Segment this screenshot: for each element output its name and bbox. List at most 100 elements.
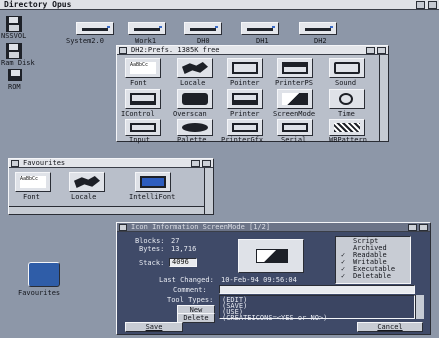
favourite-icon-locale[interactable] (69, 172, 105, 192)
favourite-label-intellifont: IntelliFont (129, 193, 176, 201)
tool-type-item[interactable]: (CREATEICONS=<YES or NO>) (222, 314, 327, 322)
desktop-left-icons: NSSVOL Ram Disk ROM (0, 12, 60, 92)
favourite-label-locale: Locale (71, 193, 97, 201)
prefs-icon-font[interactable]: AaBbCc (125, 58, 161, 78)
prefs-label-icontrol: IControl (121, 110, 155, 118)
volume-label[interactable]: NSSVOL (1, 32, 26, 40)
rom-label[interactable]: ROM (8, 83, 21, 91)
close-icon[interactable] (11, 160, 19, 167)
prefs-label-input: Input (129, 136, 151, 144)
zoom-gadget-icon[interactable] (408, 224, 417, 231)
bytes-label: Bytes: (139, 245, 165, 253)
flag-deletable-check-icon[interactable]: ✓ (341, 272, 345, 280)
prefs-icon-serial[interactable] (277, 119, 313, 136)
overscan-icon (182, 93, 208, 105)
screenmode-icon (282, 93, 308, 105)
prefs-vertical-scrollbar[interactable] (379, 55, 388, 141)
keyboard-icon (130, 123, 156, 132)
prefs-icon-printergfx[interactable] (227, 119, 263, 136)
favourites-window-title: Favourites (23, 159, 66, 167)
prefs-label-serial: Serial (281, 136, 307, 144)
zoom-gadget-icon[interactable] (191, 160, 200, 167)
flag-deletable[interactable]: Deletable (353, 272, 391, 280)
prefs-icon-overscan[interactable] (177, 89, 213, 109)
prefs-window-title: DH2:Prefs. 1385K free (131, 46, 220, 54)
info-window-titlebar[interactable]: Icon Information ScreenMode [1/2] (117, 223, 430, 232)
info-icon-preview (238, 239, 304, 273)
close-icon[interactable] (119, 47, 127, 54)
info-window: Icon Information ScreenMode [1/2] Blocks… (116, 222, 431, 335)
drive-icon-dh2[interactable] (299, 22, 337, 35)
drive-icon-dh1[interactable] (241, 22, 279, 35)
drive-label-dh0[interactable]: DH0 (197, 37, 210, 45)
depth-gadget-icon[interactable] (202, 160, 211, 167)
prefs-icon-time[interactable] (329, 89, 365, 109)
tool-types-label: Tool Types: (167, 296, 214, 304)
drive-icon-system[interactable] (76, 22, 114, 35)
close-icon[interactable] (119, 224, 127, 231)
favourites-drawer-icon[interactable] (28, 262, 60, 287)
pointer-icon (232, 62, 258, 74)
prefs-label-time: Time (338, 110, 355, 118)
drive-icon-dh0[interactable] (184, 22, 222, 35)
favourites-window-titlebar[interactable]: Favourites (9, 159, 213, 168)
tooltypes-scrollbar[interactable] (415, 295, 424, 319)
cancel-button[interactable]: Cancel (357, 322, 423, 332)
prefs-icon-printerps[interactable] (277, 58, 313, 78)
prefs-icon-screenmode[interactable] (277, 89, 313, 109)
favourites-drawer-label[interactable]: Favourites (18, 289, 60, 297)
drive-icon-work1[interactable] (128, 22, 166, 35)
prefs-icon-wbpattern[interactable] (329, 119, 365, 136)
rom-icon[interactable] (8, 69, 22, 81)
stack-input[interactable]: 4096 (169, 258, 197, 267)
prefs-label-printerps: PrinterPS (275, 79, 313, 87)
prefs-icon-icontrol[interactable] (125, 89, 161, 109)
screen-title: Directory Opus (4, 0, 72, 9)
favourites-horizontal-scrollbar[interactable] (9, 206, 204, 214)
printer-icon (232, 93, 258, 105)
depth-gadget-icon[interactable] (419, 224, 428, 231)
ram-disk-icon[interactable] (6, 43, 22, 59)
zoom-gadget-icon[interactable] (366, 47, 375, 54)
prefs-label-overscan: Overscan (173, 110, 207, 118)
serial-icon (282, 123, 308, 132)
icontrol-icon (130, 93, 156, 105)
prefs-icon-pointer[interactable] (227, 58, 263, 78)
blocks-value: 27 (171, 237, 180, 245)
clock-icon (339, 93, 353, 105)
comment-label: Comment: (173, 286, 207, 294)
speaker-icon (334, 62, 360, 74)
prefs-icon-palette[interactable] (177, 119, 213, 136)
depth-gadget-icon[interactable] (377, 47, 386, 54)
info-window-title: Icon Information ScreenMode [1/2] (131, 223, 271, 231)
drive-label-system[interactable]: System2.0 (66, 37, 104, 45)
volume-icon[interactable] (6, 16, 22, 32)
prefs-icon-locale[interactable] (177, 58, 213, 78)
world-map-icon (182, 62, 208, 74)
intellifont-icon (140, 176, 166, 188)
screenmode-icon (256, 249, 288, 263)
favourite-icon-font[interactable]: AaBbCc (15, 172, 51, 192)
prefs-label-locale: Locale (180, 79, 206, 87)
prefs-label-printergfx: PrinterGfx (221, 136, 264, 144)
drive-label-dh2[interactable]: DH2 (314, 37, 327, 45)
printer-gfx-icon (232, 123, 258, 132)
depth-gadget-front-icon[interactable] (428, 1, 437, 9)
prefs-icon-sound[interactable] (329, 58, 365, 78)
prefs-label-printer: Printer (230, 110, 260, 118)
favourites-vertical-scrollbar[interactable] (204, 168, 213, 214)
ram-disk-label[interactable]: Ram Disk (1, 59, 35, 67)
comment-input[interactable] (219, 285, 415, 294)
drive-label-dh1[interactable]: DH1 (256, 37, 269, 45)
tool-types-list[interactable]: (EDIT) (SAVE) (USE) (CREATEICONS=<YES or… (219, 295, 415, 322)
save-button[interactable]: Save (125, 322, 183, 332)
palette-icon (182, 123, 208, 132)
prefs-label-wbpattern: WBPattern (329, 136, 367, 144)
prefs-icon-input[interactable] (125, 119, 161, 136)
prefs-icon-printer[interactable] (227, 89, 263, 109)
favourite-icon-intellifont[interactable] (135, 172, 171, 192)
printer-ps-icon (282, 62, 308, 74)
depth-gadget-icon[interactable] (416, 1, 425, 9)
drive-label-work1[interactable]: Work1 (135, 37, 156, 45)
prefs-window-titlebar[interactable]: DH2:Prefs. 1385K free (117, 46, 388, 55)
